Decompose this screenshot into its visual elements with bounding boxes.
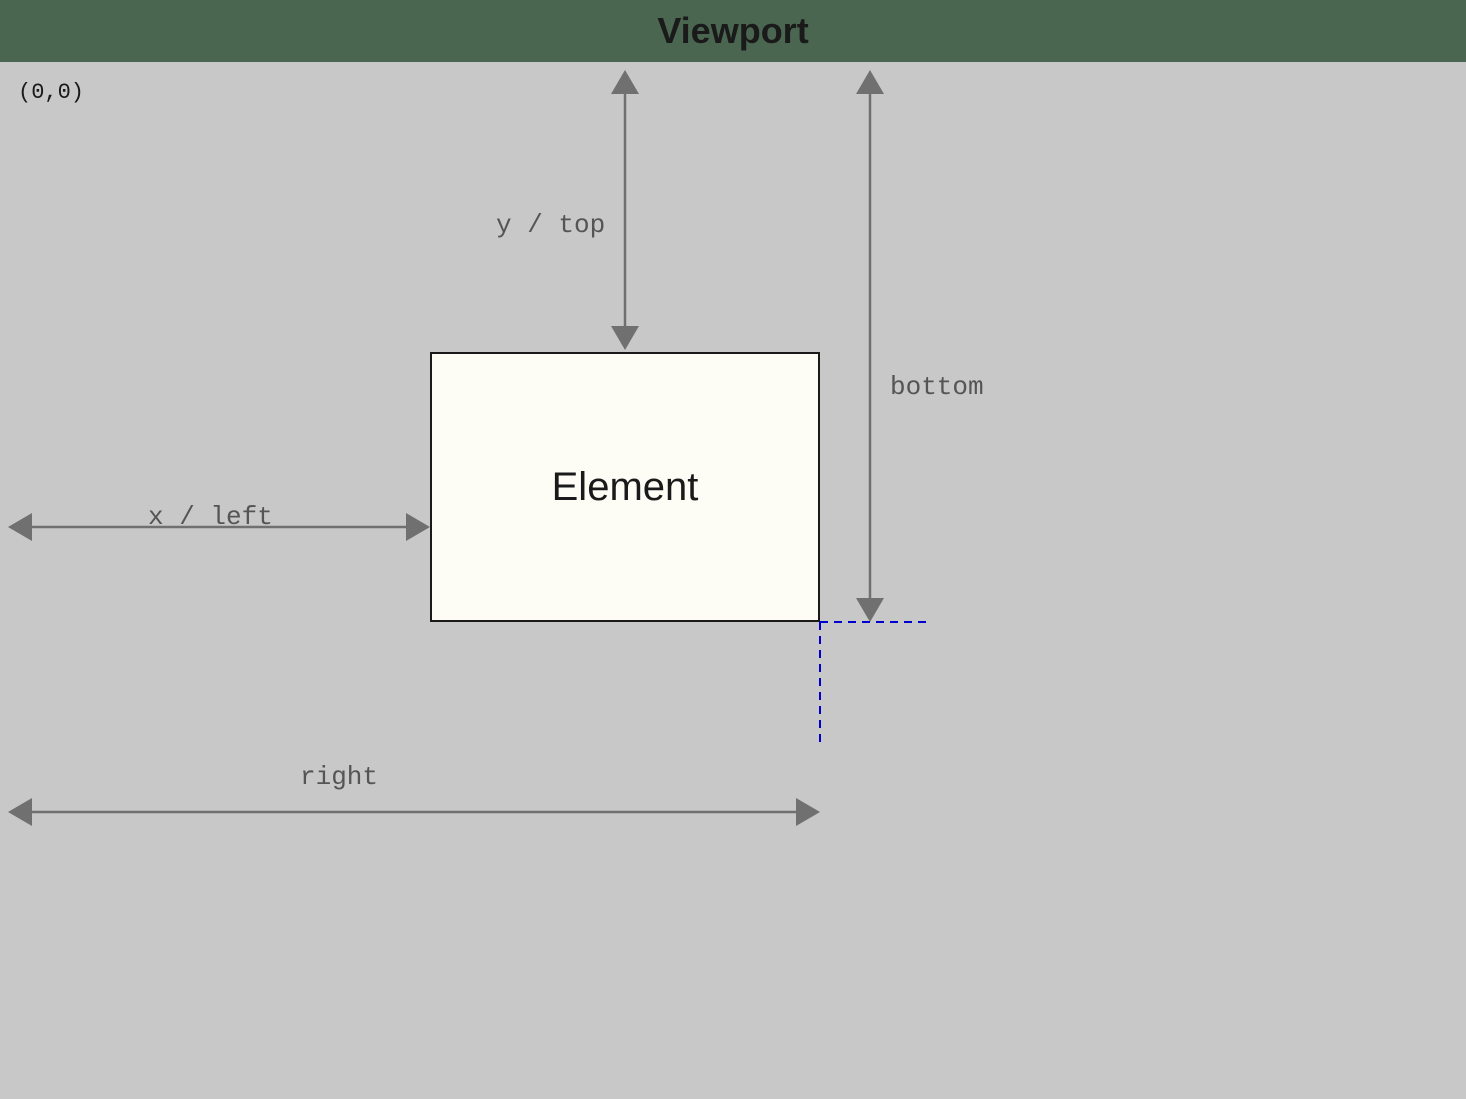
x-left-label: x / left [148, 502, 273, 532]
element-box: Element [430, 352, 820, 622]
right-label: right [300, 762, 378, 792]
header-bar: Viewport [0, 0, 1466, 62]
origin-label: (0,0) [18, 80, 84, 105]
diagram-canvas: (0,0) Element y / top bottom x / left ri… [0, 62, 1466, 1099]
page-title: Viewport [657, 10, 808, 52]
bottom-label: bottom [890, 372, 984, 402]
y-top-label: y / top [496, 210, 605, 240]
element-label: Element [552, 465, 699, 510]
